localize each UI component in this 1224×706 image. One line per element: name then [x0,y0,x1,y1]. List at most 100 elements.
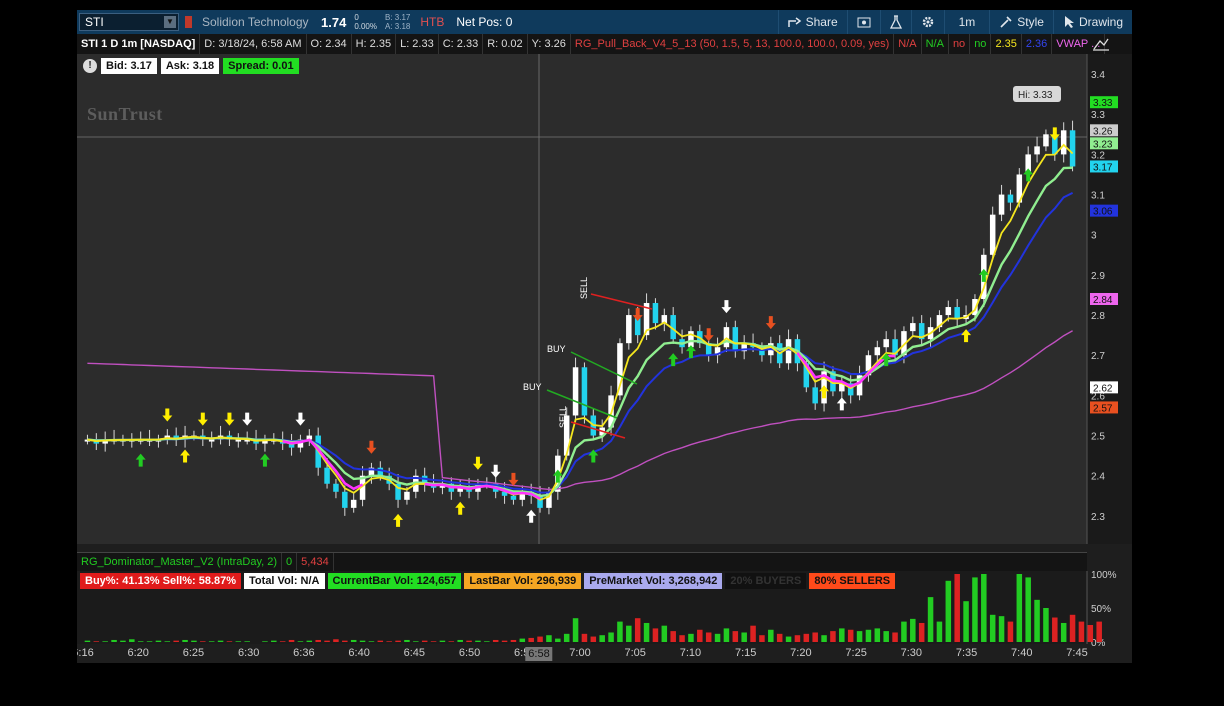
volume-bar [901,621,907,642]
volume-bar [137,641,144,642]
candle-body [812,387,818,404]
volume-bar [84,640,91,642]
volume-bar [732,631,739,642]
y-tick-label: 3.1 [1091,191,1105,202]
time-tick-label: 7:25 [845,647,867,659]
volume-bar [1034,599,1040,642]
candle-body [874,347,881,356]
style-button[interactable]: Style [989,10,1053,34]
time-tick-label: 6:25 [182,647,205,659]
flag-icon[interactable] [185,16,192,28]
volume-bar [395,640,401,642]
drawing-button[interactable]: Drawing [1052,10,1132,34]
study-value-3: no [949,34,971,54]
volume-bar [768,629,774,642]
candle-body [404,491,410,500]
image-icon [857,17,871,28]
volume-bar [146,641,153,642]
symbol-selector[interactable]: STI ▼ [79,13,179,31]
chart-area[interactable]: 2.3 2.4 2.5 2.6 2.7 2.8 2.9 3 3.1 3.2 3.3 3.4 SELL BU… [77,54,1132,663]
share-button[interactable]: Share [777,10,847,34]
price-marker-label: 2.62 [1093,383,1113,394]
sellers-percent: 80% SELLERS [809,573,896,589]
volume-bar [652,628,659,642]
volume-tick-label: 100% [1091,570,1117,581]
gear-icon [922,16,933,28]
candle-body [954,307,960,320]
study-value-1: N/A [894,34,922,54]
volume-bar [963,601,969,642]
study-label[interactable]: RG_Pull_Back_V4_5_13 (50, 1.5, 5, 13, 10… [571,34,895,54]
price-change: 0 0.00% [354,13,377,31]
bid-label: Bid: 3.17 [101,58,157,74]
indicator-value-1: 5,434 [297,553,334,571]
info-high: H: 2.35 [352,34,397,54]
indicator-name[interactable]: RG_Dominator_Master_V2 (IntraDay, 2) [77,553,283,571]
study-info-bar: STI 1 D 1m [NASDAQ] D: 3/18/24, 6:58 AM … [77,34,1132,54]
volume-bar [688,633,694,642]
candle-body [377,467,384,476]
volume-bar [129,639,135,642]
candle-body [208,439,215,442]
time-tick-label: 7:00 [569,647,591,659]
time-axis: 6:166:206:256:306:366:406:456:506:557:00… [77,644,1132,663]
volume-bar [723,628,730,642]
candle-body [998,194,1005,215]
candle-body [723,327,730,348]
volume-bar [288,639,295,642]
chart-canvas[interactable]: 2.32.42.52.62.72.82.933.13.23.33.4SELLBU… [77,54,1132,663]
volume-bar [1087,625,1094,642]
price-marker-label: 3.23 [1093,139,1113,150]
candle-body [235,439,242,442]
volume-bar [368,641,375,642]
volume-bar [998,616,1005,642]
info-close: C: 2.33 [439,34,484,54]
volume-bar [1016,574,1023,642]
volume-bar [563,633,570,642]
studies-button[interactable] [879,10,911,34]
volume-bar [1025,577,1031,642]
volume-bar [785,636,792,642]
indicator-header: RG_Dominator_Master_V2 (IntraDay, 2) 0 5… [77,552,1087,571]
y-tick-label: 2.7 [1091,351,1105,362]
volume-bar [1007,621,1014,642]
time-tick-label: 6:20 [127,647,149,659]
study-value-2: N/A [922,34,949,54]
volume-bar [590,636,597,642]
study-value-6: 2.36 [1022,34,1053,54]
volume-bar [608,632,614,642]
volume-bar [883,631,889,642]
y-tick-label: 3.4 [1091,70,1105,81]
info-low: L: 2.33 [396,34,439,54]
volume-bar [182,639,188,642]
price-marker-label: 3.26 [1093,126,1113,137]
alert-icon[interactable]: ! [83,59,97,73]
volume-bar [1060,622,1067,642]
time-tick-label: 7:15 [734,647,757,659]
volume-bar [910,618,916,642]
time-tick-label: 6:16 [77,647,94,659]
volume-bar [475,640,481,642]
volume-bar [164,641,171,642]
snapshot-button[interactable] [846,10,880,34]
volume-bar [555,638,561,642]
total-volume: Total Vol: N/A [244,573,325,589]
volume-bar [262,641,268,642]
collapse-icon[interactable] [1092,37,1110,51]
candle-body [785,339,792,364]
interval-button[interactable]: 1m [943,10,990,34]
watermark-logo: SunTrust [87,104,163,124]
volume-bar [466,640,472,642]
style-icon [1000,16,1012,28]
candle-body [1007,194,1014,203]
time-tick-label: 7:30 [900,647,923,659]
info-y: Y: 3.26 [528,34,571,54]
chevron-down-icon[interactable]: ▼ [164,16,176,28]
volume-bar [634,618,641,642]
current-bar-volume: CurrentBar Vol: 124,657 [327,573,462,589]
indicator-value-0: 0 [282,553,298,571]
buy-sell-percent: Buy%: 41.13% Sell%: 58.87% [80,573,242,589]
volume-bar [457,639,463,642]
settings-button[interactable] [910,10,944,34]
volume-bar [936,621,943,642]
